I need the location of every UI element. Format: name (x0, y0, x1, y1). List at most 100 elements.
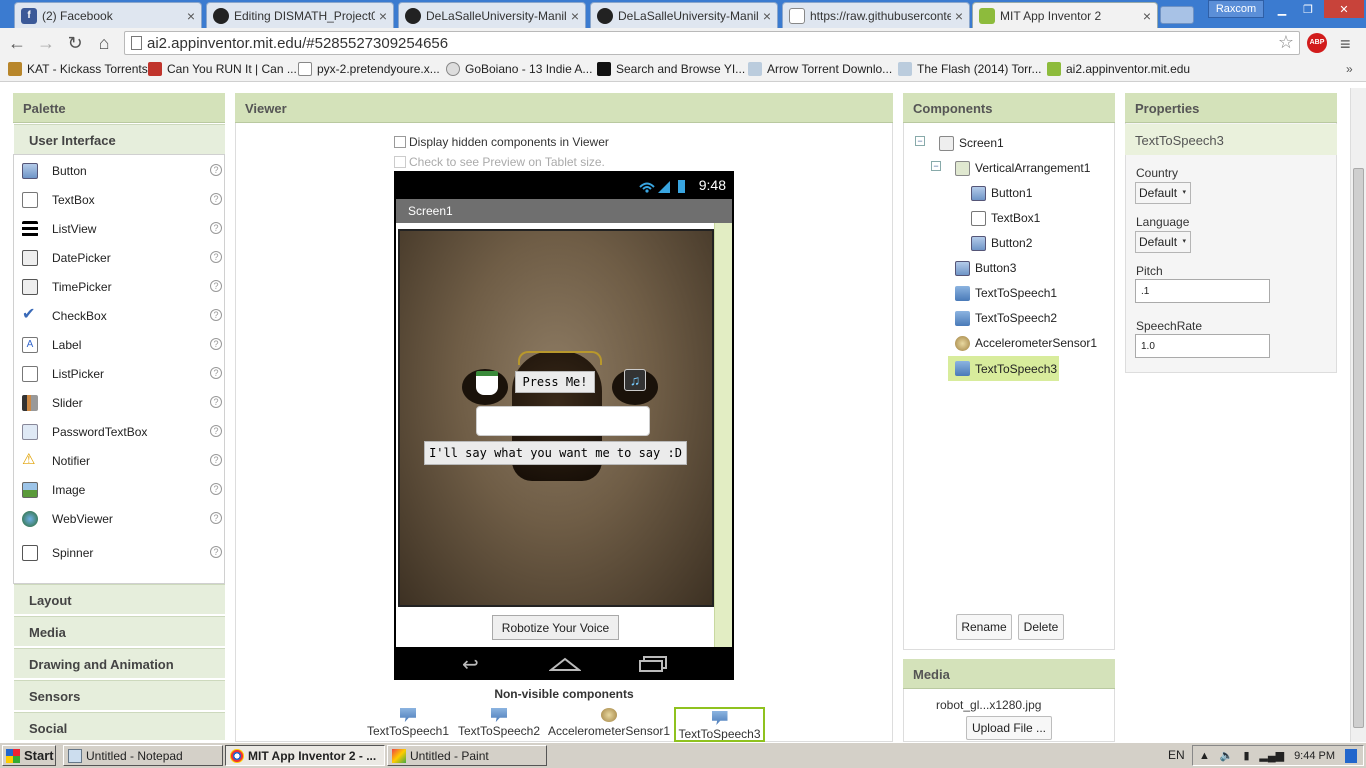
bookmark-item[interactable]: pyx-2.pretendyoure.x... (298, 62, 440, 76)
start-button[interactable]: Start (2, 745, 56, 766)
help-icon[interactable]: ? (210, 309, 222, 321)
back-icon[interactable]: ← (7, 34, 27, 54)
help-icon[interactable]: ? (210, 512, 222, 524)
nonvisible-tts2[interactable]: TextToSpeech2 (456, 708, 542, 738)
task-app-inventor[interactable]: MIT App Inventor 2 - ... (225, 745, 385, 766)
close-icon[interactable]: × (187, 8, 195, 24)
address-bar[interactable]: ai2.appinventor.mit.edu/#528552730925465… (124, 31, 1300, 55)
help-icon[interactable]: ? (210, 338, 222, 350)
palette-section-layout[interactable]: Layout (14, 584, 225, 614)
tree-item-screen1[interactable]: Screen1 (939, 132, 1004, 154)
signal-bars-icon[interactable]: ▂▄▆ (1259, 749, 1284, 762)
speechrate-input[interactable]: 1.0 (1135, 334, 1270, 358)
close-icon[interactable]: × (379, 8, 387, 24)
home-icon[interactable]: ⌂ (94, 34, 114, 54)
adblock-icon[interactable]: ABP (1307, 33, 1327, 53)
android-recent-apps-icon[interactable] (638, 656, 668, 672)
palette-item-listpicker[interactable]: ListPicker? (22, 363, 222, 385)
collapse-toggle-verticalarrangement1[interactable]: − (931, 161, 941, 171)
tree-item-button1[interactable]: Button1 (971, 182, 1032, 204)
tray-arrow-icon[interactable]: ▲ (1199, 750, 1210, 762)
tab-delasalle-1[interactable]: DeLaSalleUniversity-Manila-D × (398, 2, 586, 28)
help-icon[interactable]: ? (210, 222, 222, 234)
show-hidden-option[interactable]: Display hidden components in Viewer (394, 135, 609, 149)
palette-item-webviewer[interactable]: WebViewer? (22, 508, 222, 530)
help-icon[interactable]: ? (210, 483, 222, 495)
help-icon[interactable]: ? (210, 425, 222, 437)
palette-item-datepicker[interactable]: DatePicker? (22, 247, 222, 269)
tree-item-textbox1[interactable]: TextBox1 (971, 207, 1040, 229)
android-home-icon[interactable] (549, 656, 581, 672)
help-icon[interactable]: ? (210, 164, 222, 176)
help-icon[interactable]: ? (210, 396, 222, 408)
tray-clock[interactable]: 9:44 PM (1294, 750, 1335, 762)
nonvisible-accelerometer[interactable]: AccelerometerSensor1 (548, 708, 670, 738)
tab-raw-github[interactable]: https://raw.githubuserconte × (782, 2, 970, 28)
palette-item-notifier[interactable]: ⚠ Notifier? (22, 450, 222, 472)
media-file[interactable]: robot_gl...x1280.jpg (936, 698, 1041, 712)
rename-button[interactable]: Rename (956, 614, 1012, 640)
tree-item-texttospeech1[interactable]: TextToSpeech1 (955, 282, 1057, 304)
forward-icon[interactable]: → (36, 34, 56, 54)
palette-item-passwordtextbox[interactable]: PasswordTextBox? (22, 421, 222, 443)
palette-item-textbox[interactable]: TextBox? (22, 189, 222, 211)
language-select[interactable]: Default ▾ (1135, 231, 1191, 253)
minimize-icon[interactable]: ▁ (1270, 0, 1294, 18)
tablet-preview-checkbox[interactable] (394, 156, 406, 168)
tree-item-button2[interactable]: Button2 (971, 232, 1032, 254)
network-icon[interactable]: ▮ (1243, 749, 1249, 762)
palette-item-timepicker[interactable]: TimePicker? (22, 276, 222, 298)
nonvisible-tts3-selected[interactable]: TextToSpeech3 (674, 707, 765, 742)
bookmark-item[interactable]: KAT - Kickass Torrents (8, 62, 148, 76)
bookmark-star-icon[interactable]: ☆ (1278, 32, 1294, 53)
press-me-button[interactable]: Press Me! (515, 371, 595, 393)
tab-delasalle-2[interactable]: DeLaSalleUniversity-Manila-D × (590, 2, 778, 28)
bookmark-item[interactable]: GoBoiano - 13 Indie A... (446, 62, 592, 76)
language-indicator[interactable]: EN (1168, 748, 1185, 762)
tree-item-button3[interactable]: Button3 (955, 257, 1016, 279)
palette-section-user-interface[interactable]: User Interface (14, 124, 225, 154)
help-icon[interactable]: ? (210, 251, 222, 263)
palette-item-spinner[interactable]: Spinner? (22, 542, 222, 564)
nonvisible-tts1[interactable]: TextToSpeech1 (366, 708, 450, 738)
bookmark-item[interactable]: ai2.appinventor.mit.edu (1047, 62, 1190, 76)
robotize-voice-button[interactable]: Robotize Your Voice (492, 615, 619, 640)
tree-item-texttospeech2[interactable]: TextToSpeech2 (955, 307, 1057, 329)
pitch-input[interactable]: .1 (1135, 279, 1270, 303)
tablet-preview-option[interactable]: Check to see Preview on Tablet size. (394, 155, 605, 169)
scrollbar-thumb[interactable] (1353, 168, 1364, 728)
textbox1-input[interactable] (476, 406, 650, 436)
tab-facebook[interactable]: f (2) Facebook × (14, 2, 202, 28)
user-badge[interactable]: Raxcom (1208, 0, 1264, 18)
bookmark-item[interactable]: The Flash (2014) Torr... (898, 62, 1042, 76)
tab-editing-dismath[interactable]: Editing DISMATH_Project0.0 × (206, 2, 394, 28)
task-paint[interactable]: Untitled - Paint (387, 745, 547, 766)
menu-icon[interactable]: ≡ (1340, 34, 1351, 55)
close-icon[interactable]: × (763, 8, 771, 24)
page-scrollbar[interactable] (1350, 88, 1366, 742)
delete-button[interactable]: Delete (1018, 614, 1064, 640)
palette-item-checkbox[interactable]: ✔ CheckBox? (22, 305, 222, 327)
upload-file-button[interactable]: Upload File ... (966, 716, 1052, 740)
show-desktop-icon[interactable] (1344, 748, 1357, 763)
palette-item-label[interactable]: A Label? (22, 334, 222, 356)
palette-item-button[interactable]: Button? (22, 160, 222, 182)
palette-section-sensors[interactable]: Sensors (14, 680, 225, 710)
palette-item-image[interactable]: Image? (22, 479, 222, 501)
restore-icon[interactable]: ❐ (1296, 0, 1320, 18)
bookmark-item[interactable]: Arrow Torrent Downlo... (748, 62, 892, 76)
volume-icon[interactable]: 🔈 (1220, 749, 1234, 762)
bookmark-item[interactable]: Search and Browse YI... (597, 62, 745, 76)
palette-section-social[interactable]: Social (14, 712, 225, 740)
bookmarks-overflow-icon[interactable]: » (1346, 62, 1353, 76)
help-icon[interactable]: ? (210, 454, 222, 466)
window-close-icon[interactable]: ✕ (1324, 0, 1364, 18)
task-notepad[interactable]: Untitled - Notepad (63, 745, 223, 766)
palette-section-media[interactable]: Media (14, 616, 225, 646)
palette-item-listview[interactable]: ListView? (22, 218, 222, 240)
help-icon[interactable]: ? (210, 546, 222, 558)
tree-item-accelerometersensor1[interactable]: AccelerometerSensor1 (955, 332, 1097, 354)
palette-item-slider[interactable]: Slider? (22, 392, 222, 414)
close-icon[interactable]: × (571, 8, 579, 24)
tree-item-texttospeech3-selected[interactable]: TextToSpeech3 (948, 356, 1059, 381)
